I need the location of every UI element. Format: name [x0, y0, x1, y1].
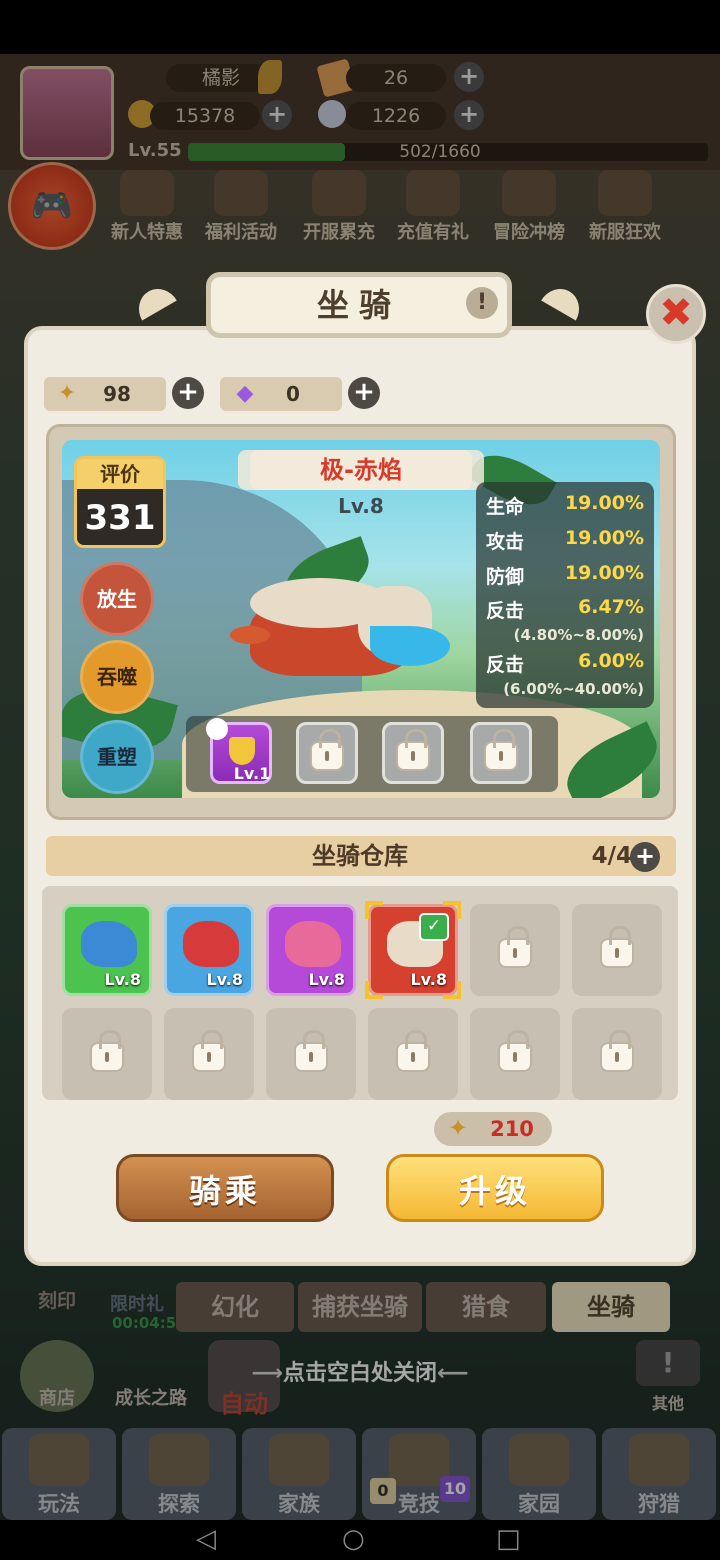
crystal-icon: ◆	[236, 381, 254, 406]
warehouse-slot-9[interactable]	[266, 1008, 356, 1100]
slot-level: Lv.8	[104, 970, 141, 989]
stat-hp: 生命 19.00%	[486, 492, 644, 518]
slot-level: Lv.8	[410, 970, 447, 989]
mount-portrait-icon	[285, 921, 341, 967]
android-nav-bar: ◁ ○ □	[0, 1520, 720, 1560]
selection-corner	[443, 901, 461, 919]
back-icon[interactable]: ◁	[196, 1524, 216, 1554]
info-icon[interactable]: !	[466, 287, 498, 319]
upgrade-cost-value: 210	[490, 1117, 534, 1141]
warehouse-slot-11[interactable]	[470, 1008, 560, 1100]
sheep-icon	[206, 718, 228, 740]
mount-portrait-icon	[183, 921, 239, 967]
stat-attack: 攻击 19.00%	[486, 527, 644, 553]
stat-defense: 防御 19.00%	[486, 562, 644, 588]
equip-slot-1-level: Lv.1	[233, 764, 271, 783]
status-bar	[0, 0, 720, 54]
rating-label: 评价	[77, 459, 163, 489]
stat-counter-1: 反击 6.47%	[486, 596, 644, 622]
wheat-icon: ✦	[447, 1114, 469, 1142]
warehouse-slot-10[interactable]	[368, 1008, 458, 1100]
warehouse-slot-7[interactable]	[62, 1008, 152, 1100]
lock-icon	[484, 729, 518, 771]
upgrade-button[interactable]: 升级	[386, 1154, 604, 1222]
mount-portrait-icon	[81, 921, 137, 967]
warehouse-slot-8[interactable]	[164, 1008, 254, 1100]
equip-slot-3[interactable]	[382, 722, 444, 784]
rating-value: 331	[84, 498, 156, 538]
mount-creature-image	[230, 556, 460, 686]
warehouse-slot-2[interactable]: Lv.8	[164, 904, 254, 996]
lock-icon	[90, 1030, 124, 1072]
selection-corner	[365, 981, 383, 999]
shield-icon	[229, 737, 255, 765]
slot-level: Lv.8	[206, 970, 243, 989]
expand-warehouse-button[interactable]: +	[630, 842, 660, 872]
close-button[interactable]: ✖	[646, 284, 706, 344]
release-button[interactable]: 放生	[80, 562, 154, 636]
warehouse-slot-4[interactable]: Lv.8 ✓	[365, 901, 461, 999]
lock-icon	[396, 729, 430, 771]
add-wheat-button[interactable]: +	[172, 377, 204, 409]
equip-slot-4[interactable]	[470, 722, 532, 784]
selection-corner	[365, 901, 383, 919]
wheat-icon: ✦	[57, 381, 77, 406]
warehouse-slot-1[interactable]: Lv.8	[62, 904, 152, 996]
warehouse-title: 坐骑仓库	[312, 842, 408, 870]
lock-icon	[310, 729, 344, 771]
ride-button[interactable]: 骑乘	[116, 1154, 334, 1222]
stat-counter-2: 反击 6.00%	[486, 650, 644, 676]
warehouse-slot-12[interactable]	[572, 1008, 662, 1100]
home-nav-icon[interactable]: ○	[342, 1524, 365, 1554]
warehouse-slot-3[interactable]: Lv.8	[266, 904, 356, 996]
lock-icon	[600, 926, 634, 968]
mount-level: Lv.8	[338, 494, 384, 518]
stat-counter-2-range: (6.00%~40.00%)	[503, 680, 644, 698]
devour-button[interactable]: 吞噬	[80, 640, 154, 714]
lock-icon	[498, 926, 532, 968]
equip-slot-2[interactable]	[296, 722, 358, 784]
lock-icon	[192, 1030, 226, 1072]
selection-corner	[443, 981, 461, 999]
lock-icon	[498, 1030, 532, 1072]
add-crystal-button[interactable]: +	[348, 377, 380, 409]
warehouse-slot-6[interactable]	[572, 904, 662, 996]
stat-counter-1-range: (4.80%~8.00%)	[513, 626, 644, 644]
reshape-button[interactable]: 重塑	[80, 720, 154, 794]
mount-name: 极-赤焰	[250, 450, 472, 490]
slot-level: Lv.8	[308, 970, 345, 989]
lock-icon	[396, 1030, 430, 1072]
warehouse-count: 4/4	[591, 843, 632, 869]
lock-icon	[294, 1030, 328, 1072]
warehouse-slot-5[interactable]	[470, 904, 560, 996]
lock-icon	[600, 1030, 634, 1072]
recents-icon[interactable]: □	[496, 1524, 521, 1554]
